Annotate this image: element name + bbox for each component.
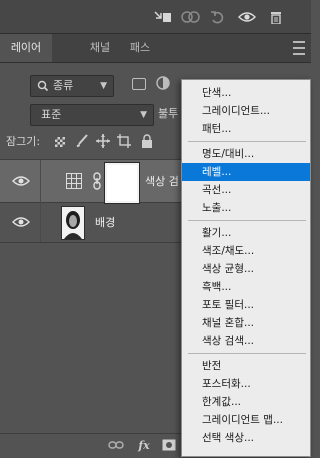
layer-name[interactable]: 배경 [95, 214, 115, 230]
menu-item-curves[interactable]: 곡선... [182, 181, 310, 199]
menu-item-selective-color[interactable]: 선택 색상... [182, 429, 310, 447]
add-mask-icon[interactable] [161, 438, 177, 452]
fx-icon[interactable]: fx [134, 438, 154, 452]
trash-icon[interactable] [266, 9, 286, 25]
menu-item-photo-filter[interactable]: 포토 필터... [182, 296, 310, 314]
menu-item-exposure[interactable]: 노출... [182, 199, 310, 217]
panel-menu-icon[interactable] [293, 41, 305, 55]
tab-channels[interactable]: 채널 [80, 34, 120, 62]
menu-item-gradient-map[interactable]: 그레이디언트 맵... [182, 411, 310, 429]
menu-item-solid-color[interactable]: 단색... [182, 84, 310, 102]
link-layers-icon[interactable] [107, 438, 125, 452]
properties-footer [0, 0, 311, 34]
layer-mask-thumbnail[interactable] [105, 163, 139, 203]
menu-item-hue-saturation[interactable]: 색조/채도... [182, 242, 310, 260]
chevron-down-icon: ▼ [100, 81, 107, 91]
adjustment-layer-menu: 단색... 그레이디언트... 패턴... 명도/대비... 레벨... 곡선.… [181, 79, 311, 457]
menu-item-levels[interactable]: 레벨... [182, 163, 310, 181]
layer-name[interactable]: 색상 검 [145, 173, 179, 189]
blend-mode-dropdown[interactable]: 표준 ▼ [30, 104, 154, 126]
menu-item-invert[interactable]: 반전 [182, 357, 310, 375]
menu-item-black-white[interactable]: 흑백... [182, 278, 310, 296]
menu-item-pattern[interactable]: 패턴... [182, 120, 310, 138]
menu-item-vibrance[interactable]: 활기... [182, 224, 310, 242]
link-icon[interactable] [92, 171, 102, 194]
visibility-link-icon[interactable] [180, 9, 202, 25]
menu-item-color-lookup[interactable]: 색상 검색... [182, 332, 310, 350]
opacity-label: 불투 [158, 107, 179, 120]
search-icon [37, 76, 49, 103]
layer-thumbnail-portrait[interactable] [61, 206, 85, 240]
chevron-down-icon: ▼ [140, 110, 147, 120]
menu-divider [188, 353, 306, 354]
lock-move-icon[interactable] [96, 134, 110, 151]
lock-paint-icon[interactable] [75, 134, 89, 151]
menu-item-gradient[interactable]: 그레이디언트... [182, 102, 310, 120]
tab-layers[interactable]: 레이어 [0, 34, 52, 62]
eye-icon[interactable] [12, 216, 30, 228]
filter-kind-dropdown[interactable]: 종류 ▼ [30, 75, 114, 97]
eye-icon[interactable] [236, 9, 258, 25]
lock-label: 잠그기: [6, 135, 41, 148]
panel-tab-bar: 레이어 채널 패스 [0, 34, 311, 63]
tab-paths[interactable]: 패스 [120, 34, 160, 62]
reset-icon[interactable] [208, 9, 228, 25]
blend-mode-value: 표준 [41, 108, 62, 121]
eye-icon[interactable] [12, 175, 30, 187]
adjustment-filter-icon[interactable] [156, 76, 170, 90]
menu-divider [188, 220, 306, 221]
image-filter-icon[interactable] [132, 78, 146, 90]
menu-item-threshold[interactable]: 한계값... [182, 393, 310, 411]
adjustment-layer-grid-icon [66, 173, 82, 192]
lock-artboard-icon[interactable] [117, 134, 131, 151]
transform-selection-icon[interactable] [152, 9, 174, 25]
menu-item-color-balance[interactable]: 색상 균형... [182, 260, 310, 278]
menu-item-posterize[interactable]: 포스터화... [182, 375, 310, 393]
lock-transparent-icon[interactable] [55, 137, 65, 147]
menu-divider [188, 141, 306, 142]
menu-item-brightness-contrast[interactable]: 명도/대비... [182, 145, 310, 163]
menu-item-channel-mixer[interactable]: 채널 혼합... [182, 314, 310, 332]
filter-kind-label: 종류 [53, 79, 74, 92]
lock-all-icon[interactable] [141, 134, 153, 151]
